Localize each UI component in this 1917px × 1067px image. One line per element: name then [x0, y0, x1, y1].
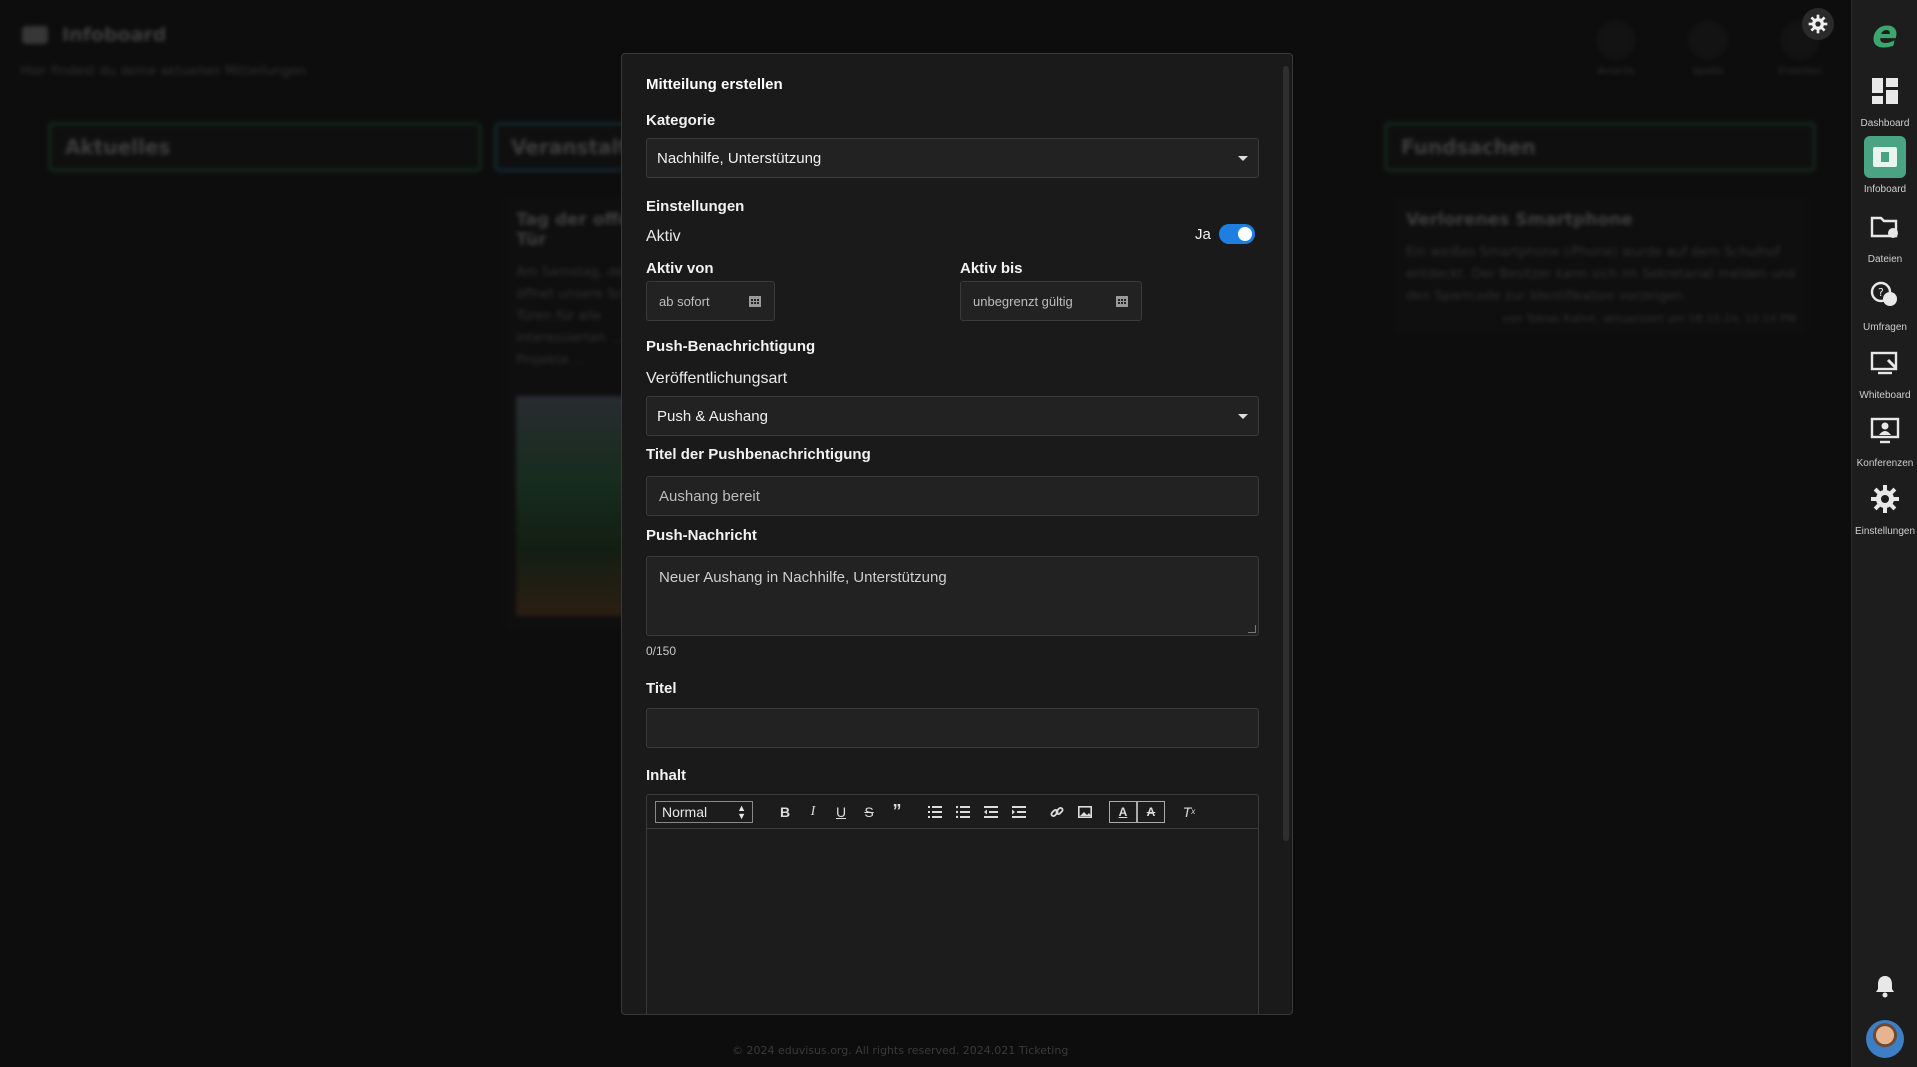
sidebar-item-infoboard[interactable]: Infoboard: [1852, 136, 1917, 195]
content-editor: Normal ▲ ▼ B I U S ” A A T x: [646, 794, 1259, 1014]
modal-scrollbar[interactable]: [1283, 66, 1289, 1004]
strikethrough-icon[interactable]: S: [855, 800, 883, 824]
background-color-icon[interactable]: A: [1137, 800, 1165, 823]
right-sidebar: e Dashboard Infoboard Dateien ? Umfragen…: [1851, 0, 1917, 1067]
conference-icon: [1864, 410, 1906, 452]
aktiv-toggle-label: Ja: [1195, 225, 1211, 243]
aktiv-von-label: Aktiv von: [646, 260, 714, 277]
infoboard-icon: [1864, 136, 1906, 178]
brand-logo[interactable]: e: [1866, 14, 1904, 54]
blockquote-icon[interactable]: ”: [883, 800, 911, 824]
sidebar-item-einstellungen[interactable]: Einstellungen: [1852, 478, 1917, 537]
scrollbar-thumb[interactable]: [1283, 66, 1289, 841]
italic-icon[interactable]: I: [799, 800, 827, 824]
sidebar-item-dateien[interactable]: Dateien: [1852, 206, 1917, 265]
push-message-label: Push-Nachricht: [646, 527, 757, 544]
aktiv-bis-label: Aktiv bis: [960, 260, 1023, 277]
titel-label: Titel: [646, 680, 677, 697]
image-icon[interactable]: [1071, 800, 1099, 824]
link-icon[interactable]: [1043, 800, 1071, 824]
updown-icon: ▲ ▼: [737, 802, 746, 821]
aktiv-toggle[interactable]: [1218, 224, 1255, 244]
create-message-modal: Mitteilung erstellen Kategorie Nachhilfe…: [621, 53, 1293, 1015]
sidebar-item-whiteboard[interactable]: Whiteboard: [1852, 342, 1917, 401]
chevron-down-icon: [1238, 413, 1248, 419]
survey-icon: ?: [1864, 274, 1906, 316]
user-avatar[interactable]: [1866, 1020, 1904, 1058]
kategorie-label: Kategorie: [646, 112, 716, 129]
clear-format-icon[interactable]: Tx: [1175, 800, 1203, 824]
notification-bell-icon[interactable]: [1874, 974, 1896, 1002]
gear-icon: [1864, 478, 1906, 520]
svg-text:?: ?: [1878, 286, 1884, 299]
ordered-list-icon[interactable]: [921, 800, 949, 824]
push-section-label: Push-Benachrichtigung: [646, 338, 816, 355]
veroeffentlichungsart-select[interactable]: Push & Aushang: [646, 396, 1259, 436]
titel-input[interactable]: [646, 708, 1259, 748]
push-message-textarea[interactable]: Neuer Aushang in Nachhilfe, Unterstützun…: [646, 556, 1259, 636]
push-message-counter: 0/150: [646, 644, 677, 658]
push-title-label: Titel der Pushbenachrichtigung: [646, 446, 871, 463]
bold-icon[interactable]: B: [771, 800, 799, 824]
veroeffentlichungsart-label: Veröffentlichungsart: [646, 370, 788, 387]
calendar-icon: [749, 296, 761, 307]
footer: © 2024 eduvisus.org. All rights reserved…: [732, 1044, 1069, 1057]
aktiv-von-datepicker[interactable]: ab sofort: [646, 281, 775, 321]
sidebar-item-umfragen[interactable]: ? Umfragen: [1852, 274, 1917, 333]
kategorie-select[interactable]: Nachhilfe, Unterstützung: [646, 138, 1259, 178]
text-color-icon[interactable]: A: [1109, 800, 1137, 823]
push-title-input[interactable]: Aushang bereit: [646, 476, 1259, 516]
indent-icon[interactable]: [1005, 800, 1033, 824]
aktiv-label: Aktiv: [646, 228, 681, 245]
whiteboard-icon: [1864, 342, 1906, 384]
modal-title: Mitteilung erstellen: [646, 76, 783, 93]
format-select[interactable]: Normal ▲ ▼: [655, 800, 753, 823]
inhalt-label: Inhalt: [646, 767, 686, 784]
settings-gear-icon[interactable]: [1802, 8, 1834, 40]
outdent-icon[interactable]: [977, 800, 1005, 824]
resize-handle[interactable]: [1248, 625, 1256, 633]
underline-icon[interactable]: U: [827, 800, 855, 824]
dashboard-icon: [1864, 70, 1906, 112]
editor-toolbar: Normal ▲ ▼ B I U S ” A A T x: [647, 795, 1258, 829]
aktiv-bis-datepicker[interactable]: unbegrenzt gültig: [960, 281, 1142, 321]
bullet-list-icon[interactable]: [949, 800, 977, 824]
sidebar-item-dashboard[interactable]: Dashboard: [1852, 70, 1917, 129]
folder-icon: [1864, 206, 1906, 248]
einstellungen-label: Einstellungen: [646, 198, 745, 215]
chevron-down-icon: [1238, 155, 1248, 161]
calendar-icon: [1116, 296, 1128, 307]
sidebar-item-konferenzen[interactable]: Konferenzen: [1852, 410, 1917, 469]
aktiv-toggle-group: Ja: [1195, 224, 1255, 244]
